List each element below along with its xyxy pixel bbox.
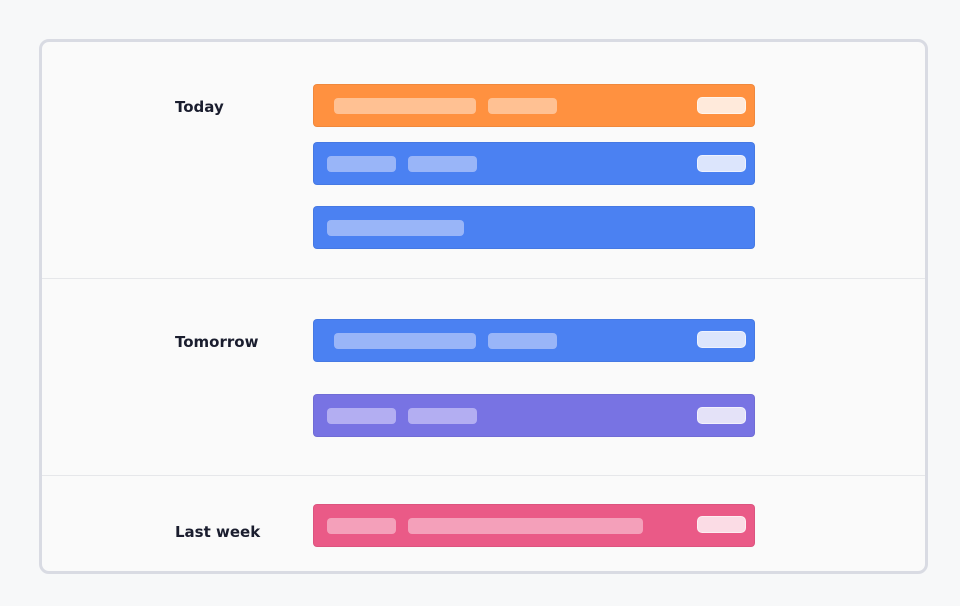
skeleton-title	[327, 518, 396, 534]
event-row-last-week-1[interactable]	[313, 504, 755, 547]
section-label-tomorrow: Tomorrow	[175, 333, 259, 351]
skeleton-badge	[697, 516, 746, 533]
event-row-today-2[interactable]	[313, 142, 755, 185]
skeleton-badge	[697, 97, 746, 114]
skeleton-title	[327, 156, 396, 172]
skeleton-badge	[697, 407, 746, 424]
skeleton-badge	[697, 155, 746, 172]
skeleton-title	[327, 220, 464, 236]
section-label-last-week: Last week	[175, 523, 261, 541]
event-row-today-1[interactable]	[313, 84, 755, 127]
event-row-tomorrow-2[interactable]	[313, 394, 755, 437]
section-divider	[42, 278, 925, 279]
section-label-today: Today	[175, 98, 224, 116]
skeleton-title	[327, 408, 396, 424]
skeleton-badge	[697, 331, 746, 348]
section-divider	[42, 475, 925, 476]
timeline-card: Today Tomorrow Last week	[39, 39, 928, 574]
skeleton-subtitle	[488, 98, 557, 114]
skeleton-subtitle	[488, 333, 557, 349]
skeleton-title	[334, 333, 476, 349]
event-row-today-3[interactable]	[313, 206, 755, 249]
event-row-tomorrow-1[interactable]	[313, 319, 755, 362]
skeleton-title	[334, 98, 476, 114]
skeleton-subtitle	[408, 518, 643, 534]
skeleton-subtitle	[408, 156, 477, 172]
skeleton-subtitle	[408, 408, 477, 424]
